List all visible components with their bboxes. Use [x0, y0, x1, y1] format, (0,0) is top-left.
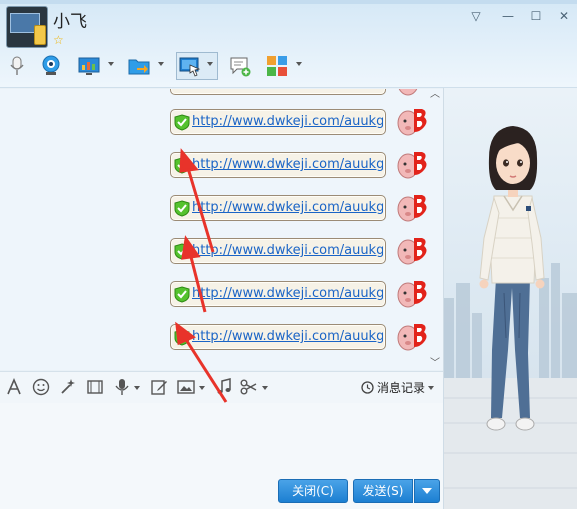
message-list[interactable]: ︿ ﹀ http://www.dwkeji.com/auukgc http://…: [0, 89, 443, 370]
voice-dropdown-icon[interactable]: [134, 386, 140, 390]
font-icon[interactable]: [5, 378, 23, 396]
screen-share-icon[interactable]: [78, 55, 100, 77]
close-window-button[interactable]: ✕: [556, 9, 572, 23]
message-link[interactable]: http://www.dwkeji.com/auukgc: [192, 285, 383, 303]
minimize-button[interactable]: —: [500, 9, 516, 23]
message-link[interactable]: http://www.dwkeji.com/auukgc: [192, 199, 383, 217]
remote-desktop-icon[interactable]: [179, 55, 201, 77]
close-button[interactable]: 关闭(C): [278, 479, 348, 503]
magic-wand-icon[interactable]: [59, 378, 77, 396]
security-shield-icon: [174, 329, 190, 346]
gif-icon[interactable]: [86, 378, 104, 396]
microphone-icon[interactable]: [6, 55, 28, 77]
sender-avatar[interactable]: [396, 150, 428, 180]
remote-desktop-dropdown-icon[interactable]: [207, 62, 213, 66]
contact-avatar[interactable]: [6, 6, 48, 48]
apps-dropdown-icon[interactable]: [296, 62, 302, 66]
screen-share-dropdown-icon[interactable]: [108, 62, 114, 66]
image-dropdown-icon[interactable]: [199, 386, 205, 390]
apps-grid-icon[interactable]: [266, 55, 288, 77]
maximize-button[interactable]: ☐: [528, 9, 544, 23]
security-shield-icon: [174, 286, 190, 303]
input-toolbar: 消息记录: [0, 371, 443, 403]
sender-avatar[interactable]: [396, 236, 428, 266]
avatar-show-illustration: [444, 126, 577, 509]
message-bubble: http://www.dwkeji.com/auukgc: [170, 109, 386, 135]
history-dropdown-icon: [428, 386, 435, 390]
sender-avatar[interactable]: [396, 322, 428, 352]
avatar-show-panel: [443, 88, 577, 509]
screenshot-dropdown-icon[interactable]: [262, 386, 268, 390]
history-label: 消息记录: [377, 381, 426, 395]
video-call-icon[interactable]: [40, 55, 62, 77]
message-bubble: http://www.dwkeji.com/auukgc: [170, 324, 386, 350]
send-options-icon: [422, 488, 432, 494]
skin-menu-button[interactable]: ▽: [468, 9, 484, 23]
message-link[interactable]: http://www.dwkeji.com/auukgc: [192, 242, 383, 260]
security-shield-icon: [174, 157, 190, 174]
voice-icon[interactable]: [113, 378, 131, 396]
security-shield-icon: [174, 200, 190, 217]
security-shield-icon: [174, 243, 190, 260]
message-link[interactable]: http://www.dwkeji.com/auukgc: [192, 156, 383, 174]
send-options-button[interactable]: [414, 479, 440, 503]
security-shield-icon: [174, 114, 190, 131]
title-strip: [0, 0, 577, 4]
file-transfer-icon[interactable]: [128, 55, 150, 77]
scissors-icon[interactable]: [240, 378, 258, 396]
scroll-up-icon[interactable]: ︿: [428, 90, 442, 100]
music-icon[interactable]: [215, 378, 233, 396]
add-message-icon[interactable]: [229, 55, 251, 77]
send-button[interactable]: 发送(S): [353, 479, 413, 503]
sender-avatar[interactable]: [396, 107, 428, 137]
sender-avatar[interactable]: [396, 193, 428, 223]
emoji-icon[interactable]: [32, 378, 50, 396]
message-bubble-partial: [170, 89, 386, 95]
window-header: 小飞 ☆ ▽ — ☐ ✕: [0, 0, 577, 88]
message-link[interactable]: http://www.dwkeji.com/auukgc: [192, 328, 383, 346]
image-icon[interactable]: [177, 378, 195, 396]
message-history-button[interactable]: 消息记录: [361, 380, 435, 396]
clock-icon: [361, 381, 374, 394]
sender-avatar-partial: [398, 89, 418, 96]
contact-name[interactable]: 小飞: [53, 7, 87, 32]
edit-icon[interactable]: [150, 378, 168, 396]
star-icon: ☆: [53, 33, 64, 47]
message-bubble: http://www.dwkeji.com/auukgc: [170, 238, 386, 264]
avatar-phone-graphic: [34, 25, 46, 45]
message-bubble: http://www.dwkeji.com/auukgc: [170, 281, 386, 307]
sender-avatar[interactable]: [396, 279, 428, 309]
scroll-down-icon[interactable]: ﹀: [428, 359, 442, 369]
chat-window: 小飞 ☆ ▽ — ☐ ✕ ︿ ﹀ http://www.dwkeji.com/a…: [0, 0, 577, 509]
message-bubble: http://www.dwkeji.com/auukgc: [170, 195, 386, 221]
message-link[interactable]: http://www.dwkeji.com/auukgc: [192, 113, 383, 131]
message-bubble: http://www.dwkeji.com/auukgc: [170, 152, 386, 178]
file-transfer-dropdown-icon[interactable]: [158, 62, 164, 66]
